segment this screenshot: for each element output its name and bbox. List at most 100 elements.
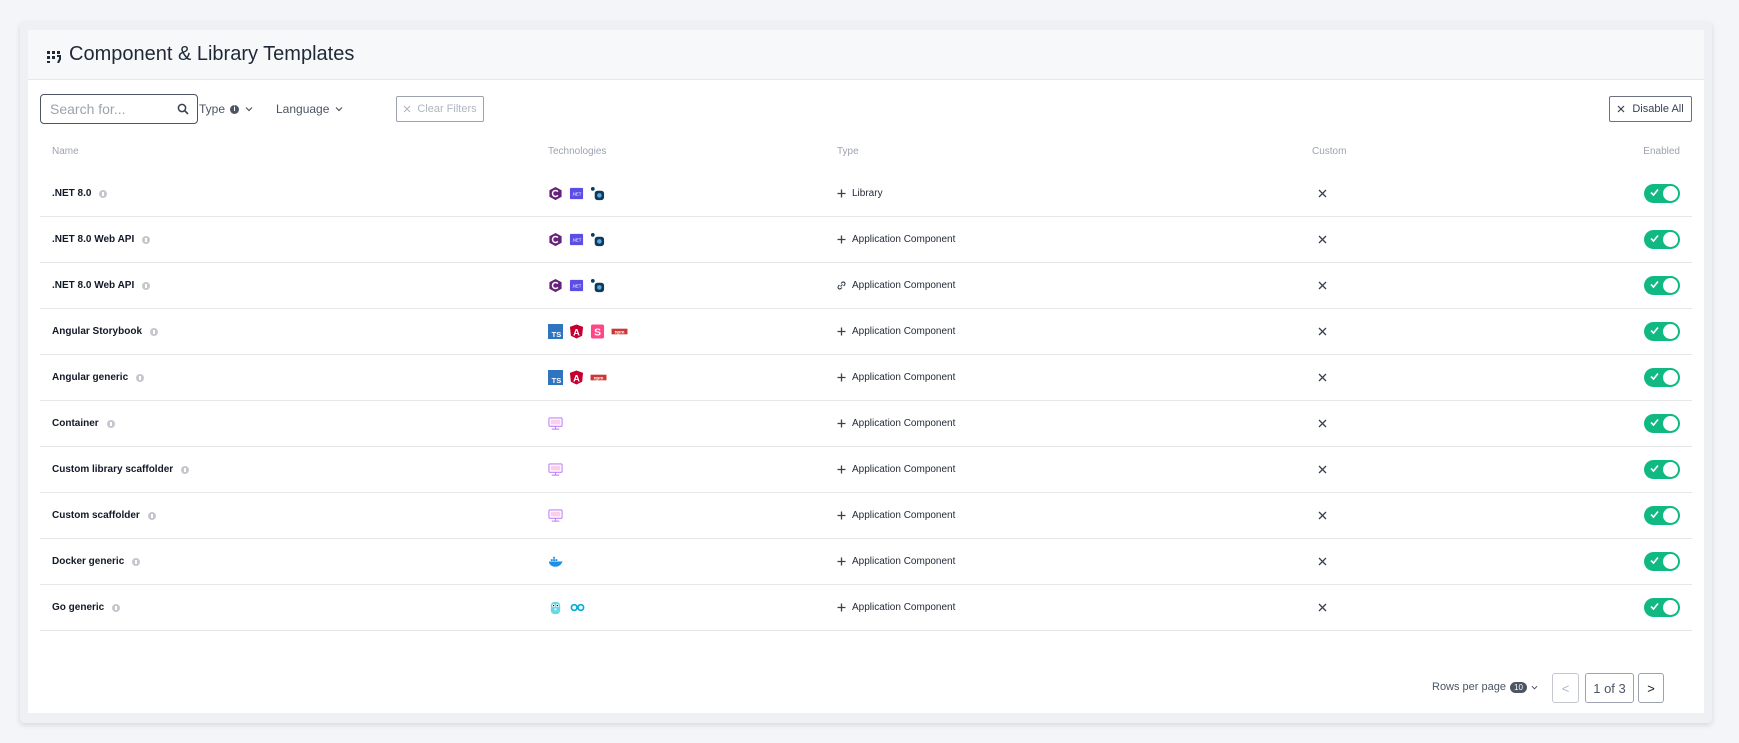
rows-per-page-value[interactable]: 10 <box>1510 681 1527 693</box>
table-row[interactable]: .NET 8.0 Web API .NET Application Compon… <box>40 217 1692 263</box>
template-type: Application Component <box>852 556 956 567</box>
templates-panel: Component & Library Templates Type i Lan… <box>28 30 1704 713</box>
enabled-cell <box>1644 447 1680 492</box>
prev-page-button[interactable]: < <box>1552 673 1579 703</box>
search-icon[interactable] <box>177 103 189 115</box>
plus-icon <box>837 465 846 474</box>
technologies-cell: TS A Snpm <box>548 309 628 354</box>
template-name: Angular generic <box>52 372 129 383</box>
table-row[interactable]: Docker generic Application Component <box>40 539 1692 585</box>
close-icon <box>1318 419 1327 428</box>
dotnet-icon: .NET <box>569 186 584 201</box>
type-cell: Library <box>837 171 883 216</box>
column-header-type[interactable]: Type <box>837 146 859 157</box>
toggle-knob <box>1663 324 1678 339</box>
close-icon <box>1318 603 1327 612</box>
close-icon <box>1318 465 1327 474</box>
type-cell: Application Component <box>837 263 955 308</box>
enabled-cell <box>1644 355 1680 400</box>
table-row[interactable]: .NET 8.0 Web API .NET Application Compon… <box>40 263 1692 309</box>
csharp-icon <box>548 186 563 201</box>
angular-icon: A <box>569 370 584 385</box>
table-row[interactable]: Container Application Component <box>40 401 1692 447</box>
info-icon[interactable] <box>142 281 151 290</box>
enabled-toggle[interactable] <box>1644 414 1680 433</box>
custom-cell <box>1318 585 1327 630</box>
template-name: Custom library scaffolder <box>52 464 174 475</box>
clear-filters-button[interactable]: Clear Filters <box>396 96 484 122</box>
info-icon[interactable]: i <box>230 104 240 114</box>
info-icon[interactable] <box>147 511 156 520</box>
search-input[interactable] <box>50 101 170 117</box>
enabled-toggle[interactable] <box>1644 276 1680 295</box>
table-body: .NET 8.0 .NET Library .NET 8.0 Web API .… <box>40 171 1692 631</box>
search-box[interactable] <box>40 94 198 124</box>
close-icon <box>1318 281 1327 290</box>
table-row[interactable]: Angular Storybook TS A Snpm Application Co… <box>40 309 1692 355</box>
close-icon <box>1318 557 1327 566</box>
type-filter[interactable]: Type i <box>199 94 253 124</box>
table-row[interactable]: .NET 8.0 .NET Library <box>40 171 1692 217</box>
golang-icon <box>569 600 586 615</box>
svg-text:S: S <box>594 328 601 339</box>
info-icon[interactable] <box>142 235 151 244</box>
custom-cell <box>1318 263 1327 308</box>
info-icon[interactable] <box>181 465 190 474</box>
name-cell: Docker generic <box>52 539 141 584</box>
custom-cell <box>1318 447 1327 492</box>
csharp-icon <box>548 232 563 247</box>
name-cell: .NET 8.0 Web API <box>52 217 151 262</box>
enabled-toggle[interactable] <box>1644 230 1680 249</box>
enabled-toggle[interactable] <box>1644 506 1680 525</box>
info-icon[interactable] <box>112 603 121 612</box>
enabled-toggle[interactable] <box>1644 552 1680 571</box>
info-icon[interactable] <box>106 419 115 428</box>
svg-text:A: A <box>573 373 580 383</box>
type-cell: Application Component <box>837 493 955 538</box>
template-name: Angular Storybook <box>52 326 143 337</box>
technologies-cell: .NET <box>548 171 605 216</box>
chevron-down-icon <box>335 107 343 112</box>
template-name: Go generic <box>52 602 105 613</box>
custom-cell <box>1318 493 1327 538</box>
enabled-toggle[interactable] <box>1644 184 1680 203</box>
info-icon[interactable] <box>132 557 141 566</box>
template-type: Application Component <box>852 418 956 429</box>
enabled-toggle[interactable] <box>1644 598 1680 617</box>
next-page-button[interactable]: > <box>1638 673 1664 703</box>
page-indicator: 1 of 3 <box>1585 673 1634 703</box>
template-name: Container <box>52 418 99 429</box>
column-header-name[interactable]: Name <box>52 146 79 157</box>
close-icon <box>1318 373 1327 382</box>
docker-icon <box>548 554 563 569</box>
name-cell: Container <box>52 401 115 446</box>
disable-all-button[interactable]: Disable All <box>1609 96 1692 122</box>
table-row[interactable]: Go generic Application Component <box>40 585 1692 631</box>
info-icon[interactable] <box>136 373 145 382</box>
svg-text:A: A <box>573 327 580 337</box>
template-type: Application Component <box>852 464 956 475</box>
language-filter[interactable]: Language <box>276 94 343 124</box>
chevron-down-icon <box>245 107 253 112</box>
info-icon[interactable] <box>150 327 159 336</box>
toggle-knob <box>1663 370 1678 385</box>
rows-per-page[interactable]: Rows per page 10 <box>1432 681 1538 693</box>
opentelemetry-icon <box>590 232 605 247</box>
check-icon <box>1650 602 1659 611</box>
csharp-icon <box>548 278 563 293</box>
technologies-cell <box>548 539 563 584</box>
enabled-toggle[interactable] <box>1644 460 1680 479</box>
info-icon[interactable] <box>99 189 108 198</box>
close-icon <box>1318 327 1327 336</box>
enabled-toggle[interactable] <box>1644 322 1680 341</box>
name-cell: .NET 8.0 Web API <box>52 263 151 308</box>
table-row[interactable]: Angular generic TS Anpm Application Compo… <box>40 355 1692 401</box>
table-row[interactable]: Custom library scaffolder Application Co… <box>40 447 1692 493</box>
table-row[interactable]: Custom scaffolder Application Component <box>40 493 1692 539</box>
language-filter-label: Language <box>276 102 330 116</box>
enabled-toggle[interactable] <box>1644 368 1680 387</box>
template-type: Application Component <box>852 234 956 245</box>
name-cell: .NET 8.0 <box>52 171 108 216</box>
template-type: Application Component <box>852 372 956 383</box>
storybook-icon: S <box>590 324 605 339</box>
